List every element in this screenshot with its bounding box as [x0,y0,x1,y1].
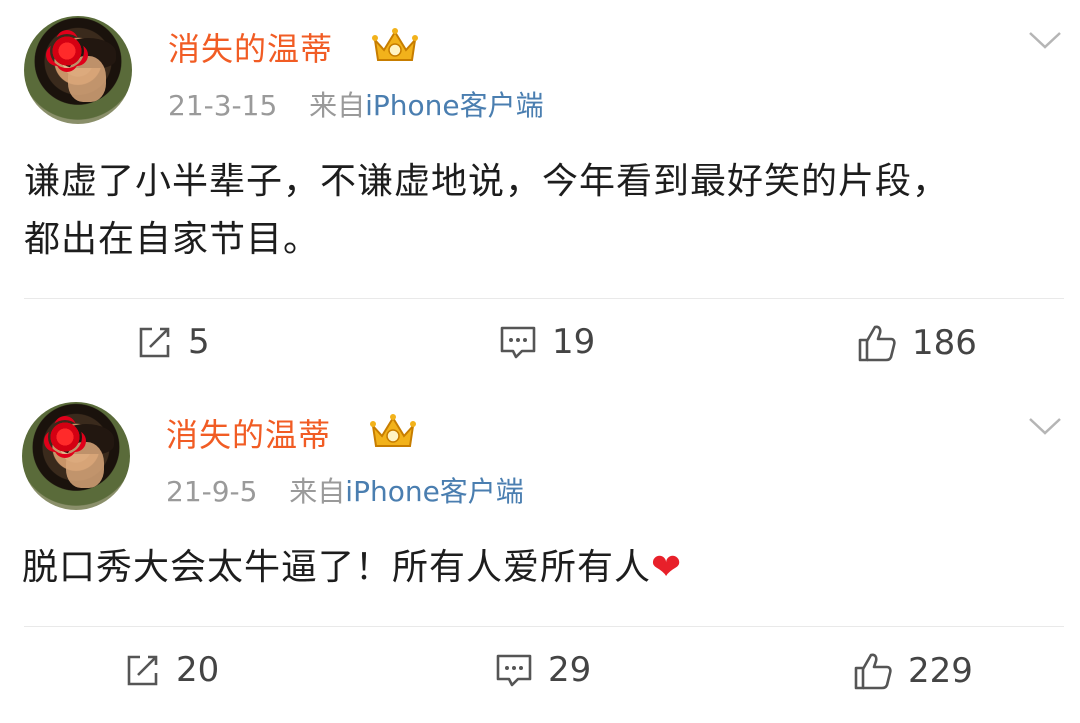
thumbs-up-icon [854,653,892,690]
like-count: 186 [912,323,977,363]
source-link[interactable]: iPhone客户端 [365,89,544,122]
divider [24,626,1064,627]
repost-icon [127,655,158,686]
post-meta: 21-9-5 来自iPhone客户端 [166,470,524,510]
like-button[interactable]: 229 [852,650,973,692]
post-1: 消失的温蒂 21-3-15 来自iPhone客户端 谦虚了小半辈子，不谦虚地说，… [0,0,1080,380]
comment-count: 19 [552,322,596,362]
crown-badge-icon[interactable] [372,26,418,66]
post-2: 消失的温蒂 21-9-5 来自iPhone客户端 脱口秀大会太牛逼了！所有人爱所… [0,380,1080,723]
post-date: 21-9-5 [166,475,258,508]
divider [24,298,1064,299]
source-prefix: 来自 [289,475,346,508]
avatar-badge-flower [50,34,84,68]
heart-emoji-icon: ❤ [651,547,683,588]
repost-button[interactable]: 20 [124,650,219,690]
like-button[interactable]: 186 [856,322,977,364]
avatar-badge-flower [48,420,82,454]
crown-badge-icon[interactable] [370,412,416,452]
repost-count: 5 [188,322,210,362]
username[interactable]: 消失的温蒂 [168,24,333,70]
comment-count: 29 [548,650,592,690]
repost-count: 20 [176,650,220,690]
source-prefix: 来自 [309,89,366,122]
avatar[interactable] [24,16,132,124]
chevron-down-icon[interactable] [1028,416,1062,436]
like-count: 229 [908,651,973,691]
chevron-down-icon[interactable] [1028,30,1062,50]
post-content: 谦虚了小半辈子，不谦虚地说，今年看到最好笑的片段， 都出在自家节目。 [24,153,1054,269]
comment-icon [496,654,532,687]
source-link[interactable]: iPhone客户端 [345,475,524,508]
post-text-line: 都出在自家节目。 [24,219,321,260]
post-meta: 21-3-15 来自iPhone客户端 [168,84,544,124]
repost-button[interactable]: 5 [136,322,210,362]
post-content: 脱口秀大会太牛逼了！所有人爱所有人❤ [22,539,1052,597]
thumbs-up-icon [858,325,896,362]
comment-icon [500,326,536,359]
comment-button[interactable]: 19 [498,322,595,362]
post-text-line: 脱口秀大会太牛逼了！所有人爱所有人 [22,547,652,588]
repost-icon [139,327,170,358]
username[interactable]: 消失的温蒂 [166,410,331,456]
avatar[interactable] [22,402,130,510]
post-date: 21-3-15 [168,89,278,122]
comment-button[interactable]: 29 [494,650,591,690]
post-text-line: 谦虚了小半辈子，不谦虚地说，今年看到最好笑的片段， [24,161,950,202]
